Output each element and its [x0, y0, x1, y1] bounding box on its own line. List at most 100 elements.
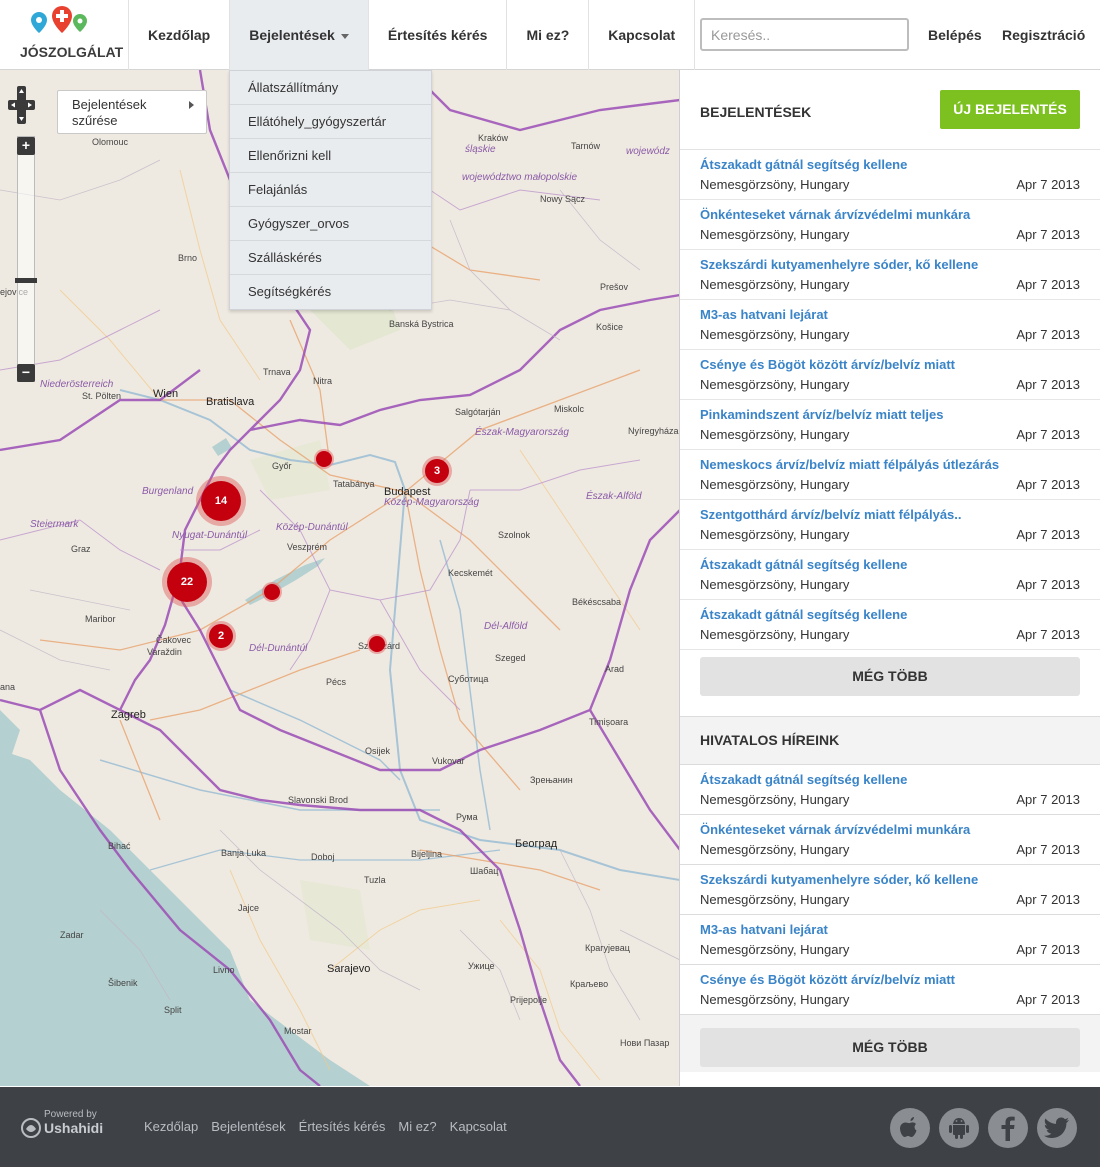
- news-title-link[interactable]: Szekszárdi kutyamenhelyre sóder, kő kell…: [700, 872, 978, 887]
- footer-link-mi-ez[interactable]: Mi ez?: [398, 1119, 436, 1134]
- footer-link-kapcsolat[interactable]: Kapcsolat: [450, 1119, 507, 1134]
- report-title-link[interactable]: M3-as hatvani lejárat: [700, 307, 828, 322]
- report-date: Apr 7 2013: [1016, 477, 1080, 492]
- map-label: Pécs: [326, 677, 347, 687]
- dropdown-item[interactable]: Szálláskérés: [230, 241, 431, 275]
- nav-item-mi-ez[interactable]: Mi ez?: [507, 0, 590, 70]
- nav-item-ertesites-keres[interactable]: Értesítés kérés: [369, 0, 508, 70]
- map-label: Dél-Dunántúl: [249, 643, 308, 654]
- filter-label: szűrése: [72, 113, 118, 128]
- zoom-bar[interactable]: [17, 136, 35, 382]
- footer-link-ertesites-keres[interactable]: Értesítés kérés: [299, 1119, 386, 1134]
- map-label: Békéscsaba: [572, 597, 622, 607]
- map-label: Arad: [605, 664, 625, 674]
- twitter-icon[interactable]: [1037, 1108, 1077, 1148]
- report-location: Nemesgörzsöny, Hungary: [700, 327, 850, 342]
- ushahidi-brand: Ushahidi: [44, 1120, 104, 1136]
- map-label: Рума: [456, 812, 478, 822]
- report-location: Nemesgörzsöny, Hungary: [700, 177, 850, 192]
- facebook-icon[interactable]: [988, 1108, 1028, 1148]
- reports-title: BEJELENTÉSEK: [700, 104, 812, 120]
- map-label: Нови Пазар: [620, 1038, 670, 1048]
- map-label: Nyugat-Dunántúl: [172, 530, 248, 541]
- map-label: Miskolc: [554, 404, 585, 414]
- cluster-count: 3: [425, 459, 449, 483]
- report-date: Apr 7 2013: [1016, 577, 1080, 592]
- reports-more-wrap: MÉG TÖBB: [680, 650, 1100, 716]
- site-logo[interactable]: JÓSZOLGÁLAT: [0, 0, 129, 70]
- footer-link-kezdolap[interactable]: Kezdőlap: [144, 1119, 198, 1134]
- map-label: Doboj: [311, 852, 335, 862]
- report-title-link[interactable]: Szentgotthárd árvíz/belvíz miatt félpály…: [700, 507, 962, 522]
- news-title-link[interactable]: M3-as hatvani lejárat: [700, 922, 828, 937]
- map-marker[interactable]: [316, 451, 332, 467]
- map-label-city: Bratislava: [206, 396, 255, 408]
- report-item: Szekszárdi kutyamenhelyre sóder, kő kell…: [680, 250, 1100, 300]
- more-reports-button[interactable]: MÉG TÖBB: [700, 657, 1080, 696]
- dropdown-item[interactable]: Segítségkérés: [230, 275, 431, 309]
- map-label: Vukovar: [432, 756, 465, 766]
- map-marker[interactable]: [264, 584, 280, 600]
- map-label-city: Београд: [515, 838, 558, 850]
- more-news-button[interactable]: MÉG TÖBB: [700, 1028, 1080, 1067]
- report-title-link[interactable]: Pinkamindszent árvíz/belvíz miatt teljes: [700, 407, 943, 422]
- dropdown-item[interactable]: Állatszállítmány: [230, 71, 431, 105]
- report-title-link[interactable]: Nemeskocs árvíz/belvíz miatt félpályás ú…: [700, 457, 999, 472]
- map-label: Olomouc: [92, 137, 129, 147]
- report-title-link[interactable]: Csénye és Bögöt között árvíz/belvíz miat…: [700, 357, 955, 372]
- news-date: Apr 7 2013: [1016, 892, 1080, 907]
- news-title-link[interactable]: Önkénteseket várnak árvízvédelmi munkára: [700, 822, 970, 837]
- dropdown-item[interactable]: Ellátóhely_gyógyszertár: [230, 105, 431, 139]
- report-date: Apr 7 2013: [1016, 177, 1080, 192]
- report-title-link[interactable]: Szekszárdi kutyamenhelyre sóder, kő kell…: [700, 257, 978, 272]
- search-input[interactable]: [700, 18, 909, 51]
- map-label: ana: [0, 682, 16, 692]
- report-filter-button[interactable]: Bejelentések szűrése: [57, 90, 207, 134]
- footer-link-bejelentesek[interactable]: Bejelentések: [211, 1119, 285, 1134]
- pan-control-icon[interactable]: [8, 86, 35, 124]
- map-label: Közép-Dunántúl: [276, 522, 348, 533]
- report-location: Nemesgörzsöny, Hungary: [700, 377, 850, 392]
- report-title-link[interactable]: Önkénteseket várnak árvízvédelmi munkára: [700, 207, 970, 222]
- map-cluster[interactable]: 3: [422, 456, 452, 486]
- nav-item-bejelentesek[interactable]: Bejelentések: [230, 0, 369, 70]
- cluster-count: 2: [209, 624, 233, 648]
- register-link[interactable]: Regisztráció: [1002, 0, 1085, 70]
- report-title-link[interactable]: Átszakadt gátnál segítség kellene: [700, 557, 907, 572]
- report-title-link[interactable]: Átszakadt gátnál segítség kellene: [700, 157, 907, 172]
- map-cluster[interactable]: 22: [162, 557, 212, 607]
- map-cluster[interactable]: 14: [196, 476, 246, 526]
- login-link[interactable]: Belépés: [928, 0, 982, 70]
- news-title-link[interactable]: Csénye és Bögöt között árvíz/belvíz miat…: [700, 972, 955, 987]
- nav-item-kezdolap[interactable]: Kezdőlap: [129, 0, 231, 70]
- dropdown-item[interactable]: Ellenőrizni kell: [230, 139, 431, 173]
- news-title-link[interactable]: Átszakadt gátnál segítség kellene: [700, 772, 907, 787]
- map-cluster[interactable]: 2: [206, 621, 236, 651]
- nav-item-kapcsolat[interactable]: Kapcsolat: [589, 0, 696, 70]
- zoom-out-button[interactable]: −: [17, 364, 35, 382]
- map-label: Slavonski Brod: [288, 795, 349, 805]
- zoom-slider-handle[interactable]: [15, 278, 37, 283]
- zoom-in-button[interactable]: +: [17, 137, 35, 155]
- dropdown-item[interactable]: Gyógyszer_orvos: [230, 207, 431, 241]
- apple-icon[interactable]: [890, 1108, 930, 1148]
- report-location: Nemesgörzsöny, Hungary: [700, 577, 850, 592]
- report-item: Nemeskocs árvíz/belvíz miatt félpályás ú…: [680, 450, 1100, 500]
- news-more-wrap: MÉG TÖBB: [680, 1015, 1100, 1072]
- report-title-link[interactable]: Átszakadt gátnál segítség kellene: [700, 607, 907, 622]
- map-label: Zadar: [60, 930, 84, 940]
- news-date: Apr 7 2013: [1016, 942, 1080, 957]
- news-section: HIVATALOS HÍREINK Átszakadt gátnál segít…: [680, 716, 1100, 1072]
- map-marker[interactable]: [369, 636, 385, 652]
- map-label: Észak-Magyarország: [475, 427, 569, 438]
- android-icon[interactable]: [939, 1108, 979, 1148]
- map-label: Краљево: [570, 979, 609, 989]
- map-label: Prijepolje: [510, 995, 548, 1005]
- report-location: Nemesgörzsöny, Hungary: [700, 527, 850, 542]
- map-label: Крагујевац: [585, 943, 630, 953]
- cluster-count: 14: [201, 481, 241, 521]
- new-report-button[interactable]: ÚJ BEJELENTÉS: [940, 90, 1080, 129]
- map-label: Salgótarján: [455, 407, 501, 417]
- news-date: Apr 7 2013: [1016, 792, 1080, 807]
- dropdown-item[interactable]: Felajánlás: [230, 173, 431, 207]
